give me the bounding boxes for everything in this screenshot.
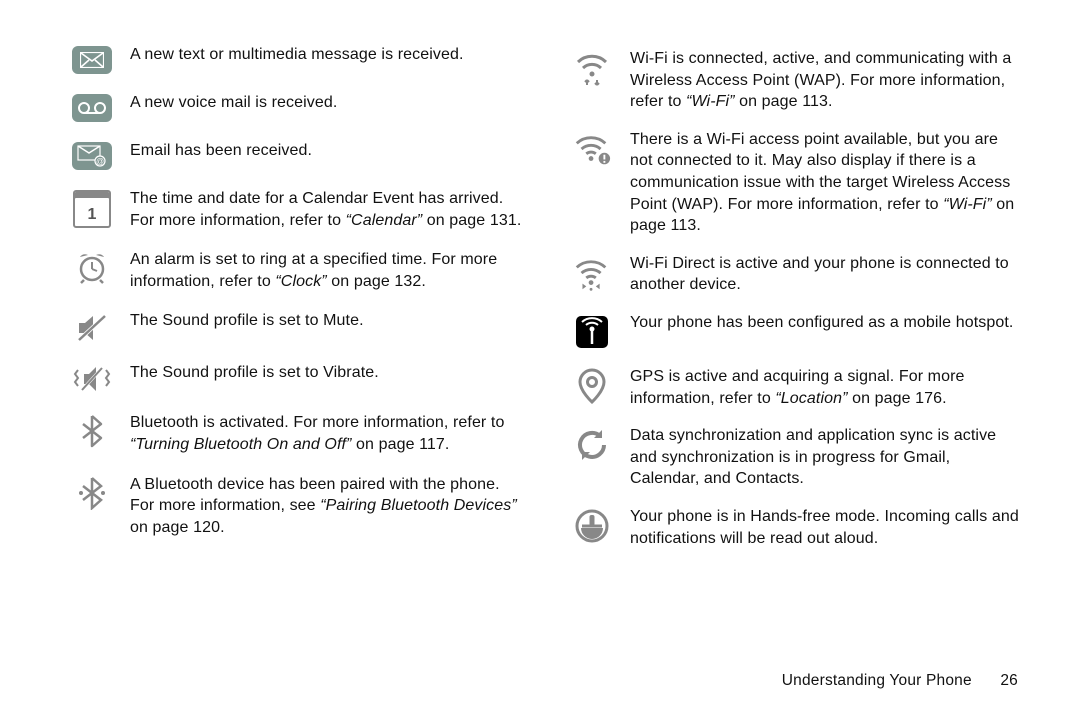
icon-description: There is a Wi-Fi access point available,…	[630, 129, 1024, 237]
icon-row: Data synchronization and application syn…	[572, 425, 1024, 490]
icon-row: GPS is active and acquiring a signal. Fo…	[572, 366, 1024, 409]
sync-icon	[572, 425, 612, 463]
icon-row: 1 The time and date for a Calendar Event …	[72, 188, 524, 231]
icon-description: The Sound profile is set to Mute.	[130, 310, 364, 332]
icon-description: An alarm is set to ring at a specified t…	[130, 249, 524, 292]
icon-row: Bluetooth is activated. For more informa…	[72, 412, 524, 455]
right-column: Wi-Fi is connected, active, and communic…	[572, 44, 1024, 644]
icon-row: There is a Wi-Fi access point available,…	[572, 129, 1024, 237]
alarm-icon	[72, 249, 112, 285]
icon-description: A new voice mail is received.	[130, 92, 337, 114]
bluetooth-paired-icon	[72, 474, 112, 510]
icon-row: The Sound profile is set to Mute.	[72, 310, 524, 344]
message-icon	[72, 44, 112, 74]
manual-page: A new text or multimedia message is rece…	[0, 0, 1080, 720]
icon-description: A Bluetooth device has been paired with …	[130, 474, 524, 539]
handsfree-icon	[572, 506, 612, 544]
icon-description: Data synchronization and application syn…	[630, 425, 1024, 490]
icon-description: Wi-Fi is connected, active, and communic…	[630, 48, 1024, 113]
icon-row: @ Email has been received.	[72, 140, 524, 170]
icon-description: Your phone has been configured as a mobi…	[630, 312, 1013, 334]
icon-row: A Bluetooth device has been paired with …	[72, 474, 524, 539]
icon-row: A new voice mail is received.	[72, 92, 524, 122]
icon-description: A new text or multimedia message is rece…	[130, 44, 464, 66]
vibrate-icon	[72, 362, 112, 394]
svg-text:@: @	[96, 157, 104, 166]
wifi-direct-icon	[572, 253, 612, 295]
icon-description: GPS is active and acquiring a signal. Fo…	[630, 366, 1024, 409]
gps-icon	[572, 366, 612, 406]
icon-row: A new text or multimedia message is rece…	[72, 44, 524, 74]
email-icon: @	[72, 140, 112, 170]
page-footer: Understanding Your Phone 26	[72, 672, 1024, 690]
footer-page-number: 26	[1000, 672, 1018, 690]
voicemail-icon	[72, 92, 112, 122]
left-column: A new text or multimedia message is rece…	[72, 44, 524, 644]
icon-description: Wi-Fi Direct is active and your phone is…	[630, 253, 1024, 296]
icon-row: Your phone is in Hands-free mode. Incomi…	[572, 506, 1024, 549]
calendar-icon: 1	[72, 188, 112, 228]
wifi-connected-icon	[572, 48, 612, 88]
icon-row: An alarm is set to ring at a specified t…	[72, 249, 524, 292]
footer-section: Understanding Your Phone	[782, 672, 972, 689]
icon-row: Wi-Fi Direct is active and your phone is…	[572, 253, 1024, 296]
mute-icon	[72, 310, 112, 344]
bluetooth-icon	[72, 412, 112, 448]
icon-row: Wi-Fi is connected, active, and communic…	[572, 48, 1024, 113]
columns: A new text or multimedia message is rece…	[72, 44, 1024, 644]
icon-description: The Sound profile is set to Vibrate.	[130, 362, 379, 384]
icon-description: Bluetooth is activated. For more informa…	[130, 412, 524, 455]
hotspot-icon	[572, 312, 612, 350]
icon-description: Email has been received.	[130, 140, 312, 162]
icon-description: Your phone is in Hands-free mode. Incomi…	[630, 506, 1024, 549]
icon-description: The time and date for a Calendar Event h…	[130, 188, 524, 231]
icon-row: Your phone has been configured as a mobi…	[572, 312, 1024, 350]
wifi-available-icon	[572, 129, 612, 167]
icon-row: The Sound profile is set to Vibrate.	[72, 362, 524, 394]
